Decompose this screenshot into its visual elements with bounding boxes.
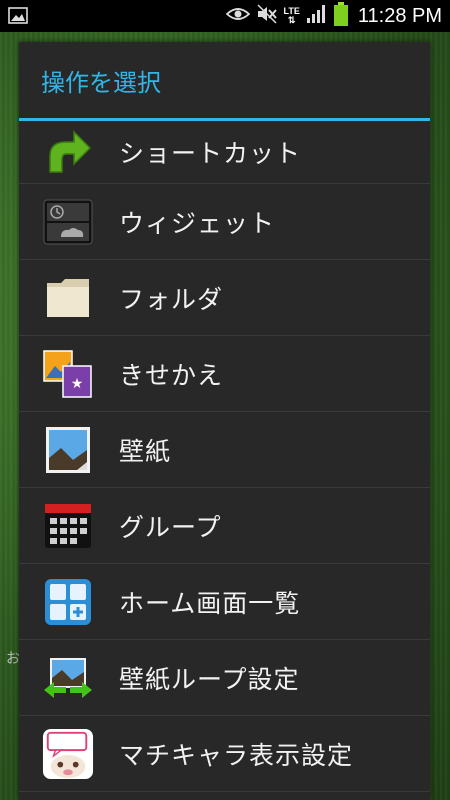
menu-item-label: ホーム画面一覧 bbox=[119, 588, 301, 618]
group-calendar-icon bbox=[42, 500, 94, 552]
menu-item-home-screen-list[interactable]: ホーム画面一覧 bbox=[19, 564, 430, 640]
status-bar: LTE ⇅ 11:28 PM bbox=[0, 0, 450, 32]
menu-item-label: きせかえ bbox=[119, 360, 224, 390]
menu-item-label: フォルダ bbox=[119, 284, 224, 314]
menu-item-label: 壁紙 bbox=[119, 436, 172, 466]
clock: 11:28 PM bbox=[357, 4, 442, 27]
menu-item-label: マチキャラ表示設定 bbox=[119, 740, 354, 770]
network-type-label: LTE bbox=[283, 6, 300, 16]
select-action-dialog: 操作を選択 ショートカット ウィジェット フォルダ ★ きせかえ 壁紙 グループ… bbox=[19, 42, 430, 800]
menu-item-shortcut[interactable]: ショートカット bbox=[19, 121, 430, 184]
menu-item-label: ウィジェット bbox=[119, 208, 276, 238]
home-screen-list-icon bbox=[42, 576, 94, 628]
menu-item-label: 壁紙ループ設定 bbox=[119, 664, 300, 694]
theme-icon: ★ bbox=[42, 348, 94, 400]
menu-item-machi-chara[interactable]: マチキャラ表示設定 bbox=[19, 716, 430, 792]
menu-item-group[interactable]: グループ bbox=[19, 488, 430, 564]
dialog-title: 操作を選択 bbox=[19, 42, 430, 121]
background-peek-text: お bbox=[6, 651, 20, 667]
gallery-icon bbox=[8, 7, 28, 28]
svg-text:★: ★ bbox=[71, 376, 84, 392]
machi-chara-icon bbox=[42, 728, 94, 780]
action-menu: ショートカット ウィジェット フォルダ ★ きせかえ 壁紙 グループ ホーム画面… bbox=[19, 121, 430, 792]
menu-item-wallpaper-loop[interactable]: 壁紙ループ設定 bbox=[19, 640, 430, 716]
lte-icon: LTE ⇅ bbox=[283, 6, 300, 25]
eye-icon bbox=[225, 6, 250, 26]
menu-item-label: ショートカット bbox=[119, 139, 302, 168]
menu-item-label: グループ bbox=[119, 512, 222, 542]
menu-item-widget[interactable]: ウィジェット bbox=[19, 184, 430, 260]
menu-item-wallpaper[interactable]: 壁紙 bbox=[19, 412, 430, 488]
folder-icon bbox=[42, 272, 94, 324]
widget-icon bbox=[42, 196, 94, 248]
mute-icon bbox=[256, 4, 278, 28]
wallpaper-loop-icon bbox=[42, 652, 94, 704]
wallpaper-icon bbox=[42, 424, 94, 476]
menu-item-theme[interactable]: ★ きせかえ bbox=[19, 336, 430, 412]
signal-icon bbox=[306, 4, 328, 28]
shortcut-arrow-icon bbox=[42, 126, 94, 178]
battery-icon bbox=[333, 2, 348, 30]
menu-item-folder[interactable]: フォルダ bbox=[19, 260, 430, 336]
